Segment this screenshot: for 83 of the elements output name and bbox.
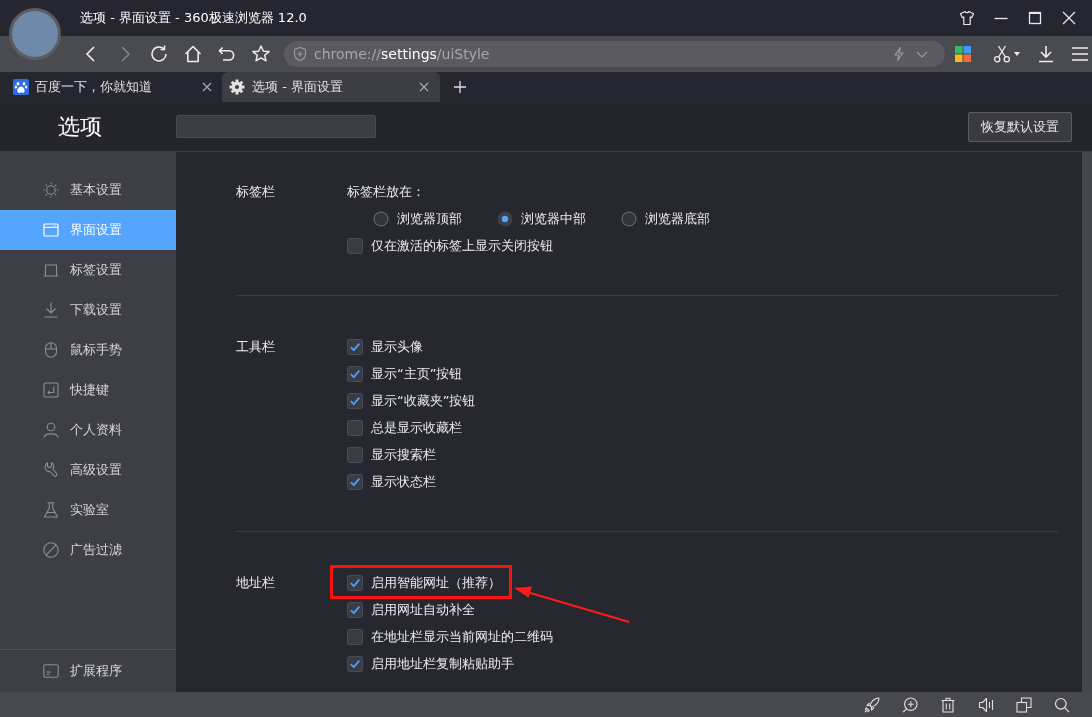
download-icon: [43, 302, 59, 318]
address-field[interactable]: chrome://settings/uiStyle: [284, 41, 945, 67]
checkbox-label: 仅在激活的标签上显示关闭按钮: [371, 236, 553, 255]
checkbox[interactable]: [347, 574, 363, 591]
section-label: 工具栏: [236, 338, 276, 356]
checkbox-label: 显示搜索栏: [371, 445, 436, 464]
sidebar-item[interactable]: 基本设置: [0, 170, 176, 210]
shirt-icon[interactable]: [959, 10, 975, 26]
rocket-icon[interactable]: [864, 696, 880, 713]
reload-icon[interactable]: [149, 44, 169, 64]
prohibited-icon: [43, 542, 59, 558]
checkbox[interactable]: [347, 601, 363, 618]
checkbox-label: 显示“主页”按钮: [371, 364, 463, 383]
sidebar-item[interactable]: 广告过滤: [0, 530, 176, 570]
sidebar-item[interactable]: 鼠标手势: [0, 330, 176, 370]
checkbox[interactable]: [347, 392, 363, 409]
prompt-text: 标签栏放在：: [347, 182, 425, 201]
trash-icon[interactable]: [940, 696, 956, 713]
flask-icon: [43, 502, 59, 518]
checkbox[interactable]: [347, 655, 363, 672]
sidebar-item[interactable]: 实验室: [0, 490, 176, 530]
checkbox[interactable]: [347, 237, 363, 254]
checkbox[interactable]: [347, 338, 363, 355]
checkbox-label: 启用地址栏复制粘贴助手: [371, 654, 514, 673]
paw-icon: [13, 79, 29, 95]
checkbox-label: 启用智能网址（推荐）: [371, 573, 501, 592]
checkbox[interactable]: [347, 419, 363, 436]
zoom-in-icon[interactable]: [902, 696, 918, 713]
close-icon[interactable]: [202, 82, 212, 92]
app-grid-icon[interactable]: [955, 46, 971, 62]
scrollbar[interactable]: [1082, 152, 1092, 692]
mouse-icon: [43, 342, 59, 358]
checkbox-label: 启用网址自动补全: [371, 600, 475, 619]
checkbox[interactable]: [347, 473, 363, 490]
card-icon: [43, 663, 59, 679]
tab[interactable]: 选项 - 界面设置: [222, 72, 440, 102]
menu-icon[interactable]: [1070, 44, 1090, 64]
checkbox-label: 显示“收藏夹”按钮: [371, 391, 476, 410]
page-title: 选项: [57, 112, 103, 141]
star-icon[interactable]: [251, 44, 271, 64]
speaker-icon[interactable]: [978, 696, 994, 713]
checkbox-label: 显示头像: [371, 337, 423, 356]
shield-icon: [292, 46, 308, 62]
radio-label: 浏览器顶部: [397, 209, 462, 228]
window-icon: [43, 222, 59, 238]
radio-button[interactable]: [621, 210, 637, 227]
enter-key-icon: [43, 382, 59, 398]
tab[interactable]: 百度一下，你就知道: [0, 72, 222, 102]
sidebar-item[interactable]: 扩展程序: [0, 651, 176, 691]
radio-button[interactable]: [497, 210, 513, 227]
search-icon[interactable]: [1054, 696, 1070, 713]
home-icon[interactable]: [183, 44, 203, 64]
maximize-icon[interactable]: [1027, 10, 1043, 26]
radio-label: 浏览器中部: [521, 209, 586, 228]
gear-icon: [229, 79, 245, 95]
checkbox[interactable]: [347, 628, 363, 645]
sidebar-item[interactable]: 下载设置: [0, 290, 176, 330]
checkbox[interactable]: [347, 446, 363, 463]
reset-button[interactable]: 恢复默认设置: [968, 111, 1072, 142]
checkbox[interactable]: [347, 365, 363, 382]
window-title: 选项 - 界面设置 - 360极速浏览器 12.0: [80, 9, 307, 27]
section-label: 标签栏: [236, 183, 276, 201]
tab-icon: [43, 262, 59, 278]
sidebar-item[interactable]: 个人资料: [0, 410, 176, 450]
window-icon[interactable]: [1016, 696, 1032, 713]
checkbox-label: 在地址栏显示当前网址的二维码: [371, 627, 553, 646]
section-label: 地址栏: [236, 574, 276, 592]
caret-icon[interactable]: [1014, 52, 1020, 56]
sidebar-item[interactable]: 标签设置: [0, 250, 176, 290]
search-field[interactable]: [176, 115, 376, 138]
scissors-icon[interactable]: [993, 45, 1011, 63]
person-icon: [43, 422, 59, 438]
sidebar-item[interactable]: 高级设置: [0, 450, 176, 490]
undo-icon[interactable]: [217, 44, 237, 64]
checkbox-label: 总是显示收藏栏: [371, 418, 462, 437]
download-icon[interactable]: [1036, 44, 1056, 64]
plus-icon[interactable]: [454, 81, 466, 93]
sidebar-item[interactable]: 快捷键: [0, 370, 176, 410]
wrench-icon: [43, 462, 59, 478]
radio-label: 浏览器底部: [645, 209, 710, 228]
radio-button[interactable]: [373, 210, 389, 227]
checkbox-label: 显示状态栏: [371, 472, 436, 491]
sun-icon: [43, 182, 59, 198]
